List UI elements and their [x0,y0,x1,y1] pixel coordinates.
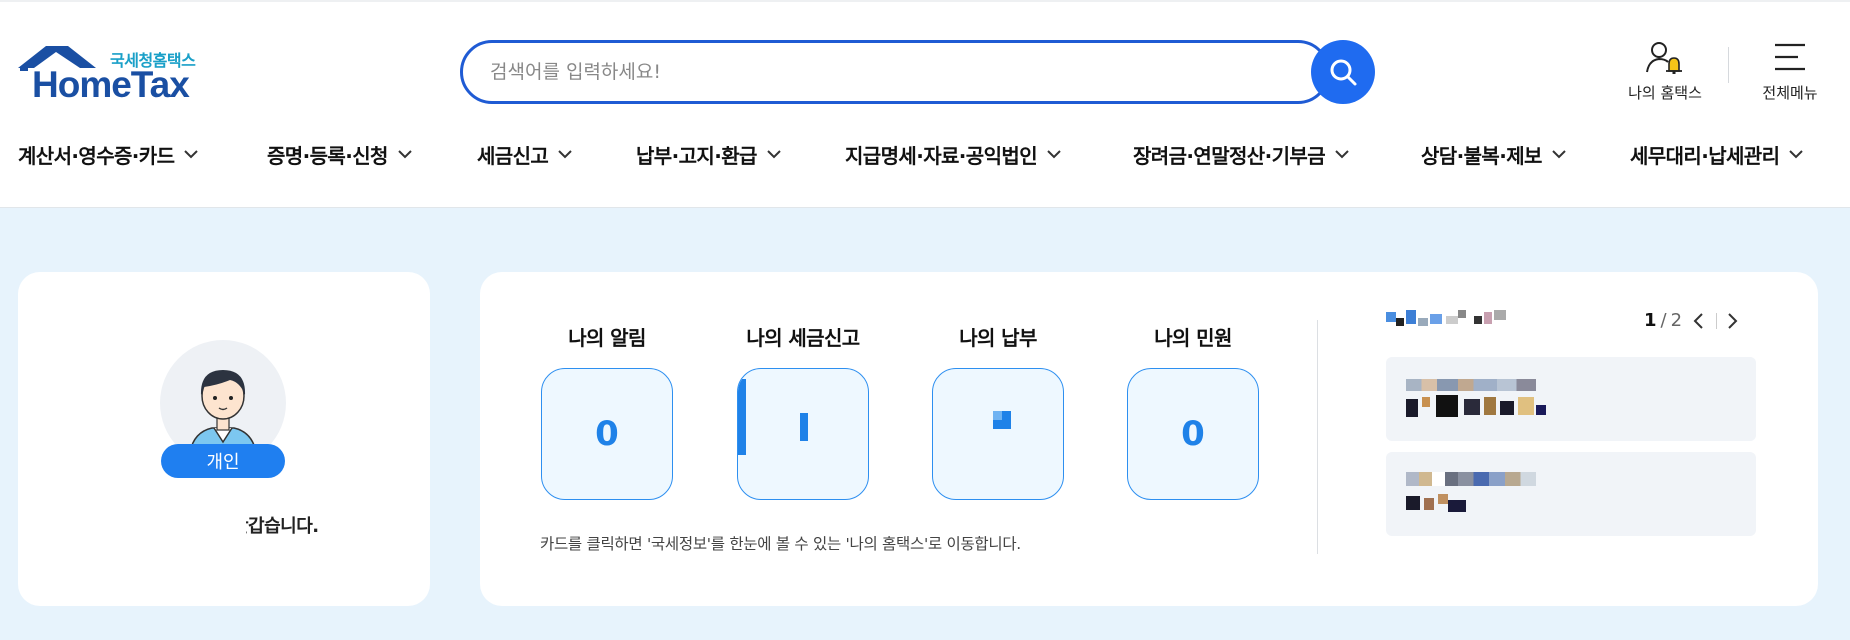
notice-heading-redacted [1386,310,1506,332]
redaction-block [738,379,746,455]
profile-card: 개인 반갑습니다. [18,272,430,606]
nav-item-tax-filing[interactable]: 세금신고 [477,140,572,169]
redaction-block [993,411,1002,420]
stat-box-civil[interactable]: 0 [1127,368,1259,500]
nav-item-statements[interactable]: 지급명세·자료·공익법인 [845,140,1061,169]
stat-value: 0 [595,414,619,454]
nav-item-invoices[interactable]: 계산서·영수증·카드 [18,140,199,169]
redaction-block [1536,405,1546,415]
redaction-block [1406,399,1418,417]
divider [1317,320,1318,554]
all-menu-label: 전체메뉴 [1762,84,1818,102]
nav-item-certificates[interactable]: 증명·등록·신청 [267,140,412,169]
stat-title: 나의 알림 [568,326,646,350]
nav-item-consulting[interactable]: 상담·불복·제보 [1421,140,1566,169]
my-hometax-link[interactable]: 나의 홈택스 [1620,40,1710,103]
redaction-block [1436,395,1458,417]
chevron-down-icon [184,150,199,159]
nav-label: 납부·고지·환급 [636,144,757,168]
search-input[interactable] [460,40,1330,104]
redaction-block [1406,496,1420,510]
nav-label: 세금신고 [477,144,549,168]
chevron-down-icon [398,150,412,159]
nav-label: 장려금·연말정산·기부금 [1133,144,1326,168]
nav-item-tax-agent[interactable]: 세무대리·납세관리 [1630,140,1804,169]
notice-item[interactable] [1386,357,1756,441]
header: 국세청홈택스 HomeTax 나의 홈택스 전체메뉴 계산서· [0,0,1850,208]
stat-my-payment: 나의 납부 [932,322,1064,500]
logo-title: HomeTax [32,64,190,105]
stat-title: 나의 납부 [959,326,1037,350]
pager-prev-button[interactable] [1692,312,1704,330]
redaction-block [1438,494,1448,504]
stat-title: 나의 세금신고 [746,326,860,350]
stat-my-tax-filing: 나의 세금신고 [737,322,869,500]
user-type-badge: 개인 [161,444,285,478]
search-icon [1330,59,1357,86]
pager-divider [1716,312,1718,329]
nav-label: 지급명세·자료·공익법인 [845,144,1038,168]
all-menu-link[interactable]: 전체메뉴 [1750,40,1830,103]
search-button[interactable] [1311,40,1375,104]
divider [1728,47,1729,83]
chevron-left-icon [1693,312,1703,329]
stat-my-civil: 나의 민원 0 [1127,322,1259,500]
hint-text: 카드를 클릭하면 '국세정보'를 한눈에 볼 수 있는 '나의 홈택스'로 이동… [540,535,1021,553]
notice-bg [1554,357,1756,441]
hometax-logo[interactable]: 국세청홈택스 HomeTax [18,42,208,105]
nav-label: 세무대리·납세관리 [1630,144,1780,168]
user-bell-icon [1646,42,1682,74]
stat-box-alerts[interactable]: 0 [541,368,673,500]
redaction-block [1406,379,1536,391]
redaction-block [1500,401,1514,415]
pager-next-button[interactable] [1727,312,1739,330]
redaction-block [1448,500,1466,512]
chevron-down-icon [1047,150,1061,159]
greeting-text: 반갑습니다. [246,516,319,537]
nav-label: 증명·등록·신청 [267,144,388,168]
nav-item-incentives[interactable]: 장려금·연말정산·기부금 [1133,140,1349,169]
redaction-block [1464,399,1480,415]
pager-separator: / [1660,310,1667,331]
hamburger-menu-icon [1775,43,1805,71]
stat-box-payment[interactable] [932,368,1064,500]
stat-box-tax-filing[interactable] [737,368,869,500]
redaction-block [1424,498,1434,510]
main-nav: 계산서·영수증·카드 증명·등록·신청 세금신고 납부·고지·환급 지급명세·자… [0,140,1850,180]
notice-pager: 1 / 2 [1644,310,1739,331]
stat-my-alerts: 나의 알림 0 [541,322,673,500]
my-summary-card: 나의 알림 0 나의 세금신고 나의 납부 나의 민원 0 카드를 클릭하면 '… [480,272,1818,606]
notice-item[interactable] [1386,452,1756,536]
pager-current: 1 [1644,310,1657,331]
nav-item-payment[interactable]: 납부·고지·환급 [636,140,781,169]
redaction-block [1518,397,1534,415]
chevron-down-icon [1552,150,1566,159]
redaction-block [800,413,808,441]
chevron-down-icon [558,150,572,159]
stat-title: 나의 민원 [1154,326,1232,350]
chevron-down-icon [1335,150,1349,159]
redaction-block [1406,472,1536,486]
pager-total: 2 [1670,310,1683,331]
search-bar [460,40,1375,104]
my-hometax-label: 나의 홈택스 [1628,84,1702,102]
greeting-clip: 반갑습니다. [246,508,366,538]
chevron-right-icon [1728,312,1738,329]
stat-value: 0 [1181,414,1205,454]
chevron-down-icon [767,150,781,159]
redaction-block [1484,397,1496,415]
chevron-down-icon [1789,150,1804,159]
nav-label: 계산서·영수증·카드 [18,144,175,168]
nav-label: 상담·불복·제보 [1421,144,1542,168]
redaction-block [1422,397,1430,407]
